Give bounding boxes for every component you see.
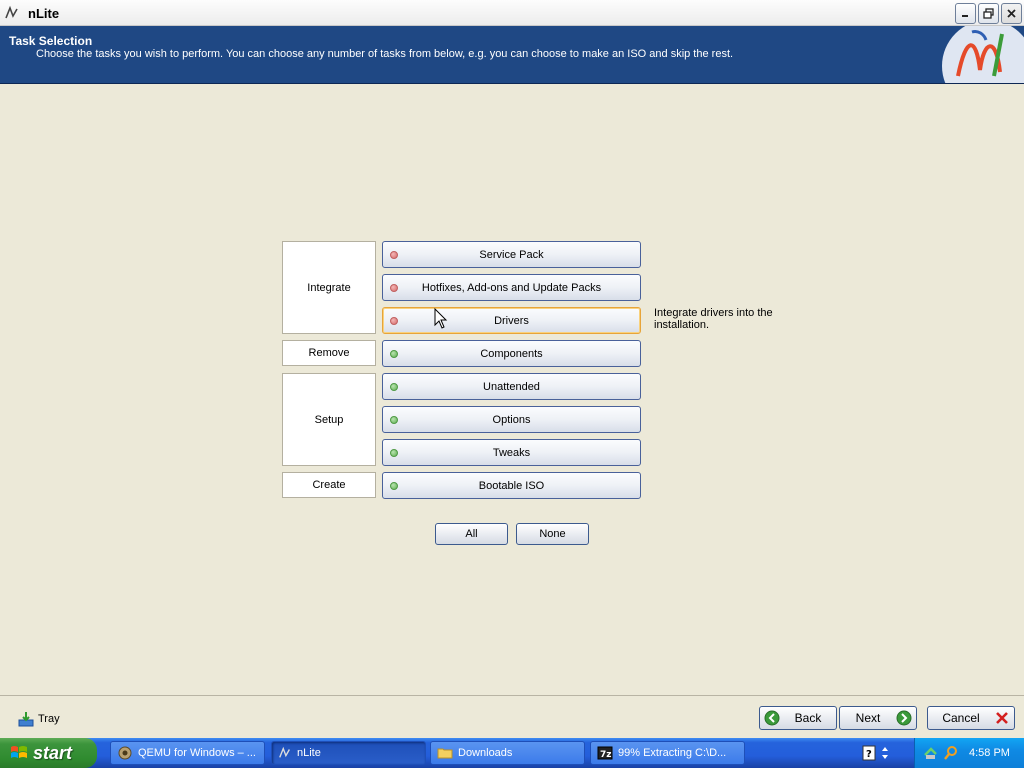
header-banner: Task Selection Choose the tasks you wish… [0,26,1024,84]
task-label: Components [480,347,543,360]
task-label: Service Pack [479,248,544,261]
windows-taskbar: start QEMU for Windows – ... nLite Downl… [0,738,1024,768]
tray-button[interactable]: Tray [18,710,60,728]
clock: 4:58 PM [969,747,1010,759]
task-tweaks-button[interactable]: Tweaks [382,439,641,466]
back-button[interactable]: Back [759,706,837,730]
next-label: Next [855,711,881,725]
wizard-footer: Tray Back Next Cancel [0,695,1024,738]
safely-remove-hardware-icon[interactable] [923,745,939,761]
task-label: Unattended [483,380,540,393]
task-label: Drivers [494,314,529,327]
task-hotfixes-button[interactable]: Hotfixes, Add-ons and Update Packs [382,274,641,301]
taskbar-item-label: QEMU for Windows – ... [138,747,256,759]
taskbar-item-label: Downloads [458,747,513,759]
group-setup[interactable]: Setup [282,373,376,466]
tray-scroll-icon[interactable] [880,745,890,761]
task-label: Hotfixes, Add-ons and Update Packs [421,281,602,294]
next-button[interactable]: Next [839,706,917,730]
help-icon[interactable]: ? [862,745,876,761]
nlite-logo-icon [942,26,1024,83]
status-red-icon [390,317,398,325]
taskbar-item-label: nLite [297,747,321,759]
start-label: start [33,742,73,763]
svg-text:?: ? [866,749,872,760]
task-label: Options [492,413,531,426]
task-selection-panel: Integrate Remove Setup Create Service Pa… [0,85,1024,695]
restore-icon [983,8,994,19]
cancel-x-icon [996,712,1008,724]
back-arrow-icon [764,710,780,726]
taskbar-item-nlite[interactable]: nLite [271,741,426,765]
system-tray: 4:58 PM [914,738,1024,768]
nlite-taskbar-icon [279,746,290,758]
status-green-icon [390,383,398,391]
task-unattended-button[interactable]: Unattended [382,373,641,400]
search-icon[interactable] [943,745,959,761]
select-all-button[interactable]: All [435,523,508,545]
tray-help-area: ? [862,744,902,762]
window-title: nLite [28,6,60,21]
tray-icon [18,712,34,727]
status-green-icon [390,416,398,424]
title-bar: nLite [0,0,1024,26]
7zip-icon: 7z [597,746,613,760]
status-green-icon [390,449,398,457]
folder-icon [437,748,453,759]
start-button[interactable]: start [0,738,97,768]
tray-label: Tray [38,713,60,725]
page-title: Task Selection [9,34,93,48]
taskbar-item-qemu[interactable]: QEMU for Windows – ... [110,741,265,765]
next-arrow-icon [896,710,912,726]
close-icon [1007,9,1016,18]
task-components-button[interactable]: Components [382,340,641,367]
status-green-icon [390,350,398,358]
status-red-icon [390,284,398,292]
task-description: Integrate drivers into the installation. [654,307,773,331]
task-label: Tweaks [492,446,531,459]
page-subtitle: Choose the tasks you wish to perform. Yo… [36,48,734,60]
task-service-pack-button[interactable]: Service Pack [382,241,641,268]
minimize-button[interactable] [955,3,976,24]
restore-button[interactable] [978,3,999,24]
group-integrate[interactable]: Integrate [282,241,376,334]
svg-text:7z: 7z [600,750,612,760]
qemu-icon [118,746,132,760]
cancel-label: Cancel [942,711,980,725]
select-none-button[interactable]: None [516,523,589,545]
mouse-cursor-icon [434,308,448,329]
group-remove[interactable]: Remove [282,340,376,366]
minimize-icon [962,15,968,17]
cancel-button[interactable]: Cancel [927,706,1015,730]
task-label: Bootable ISO [478,479,545,492]
task-options-button[interactable]: Options [382,406,641,433]
task-drivers-button[interactable]: Drivers [382,307,641,334]
status-red-icon [390,251,398,259]
status-green-icon [390,482,398,490]
taskbar-item-downloads[interactable]: Downloads [430,741,585,765]
close-button[interactable] [1001,3,1022,24]
taskbar-item-label: 99% Extracting C:\D... [618,747,727,759]
group-create[interactable]: Create [282,472,376,498]
nlite-app-icon [5,5,18,19]
windows-logo-icon [11,746,27,758]
taskbar-item-7zip[interactable]: 7z 99% Extracting C:\D... [590,741,745,765]
task-bootable-iso-button[interactable]: Bootable ISO [382,472,641,499]
back-label: Back [794,711,822,725]
